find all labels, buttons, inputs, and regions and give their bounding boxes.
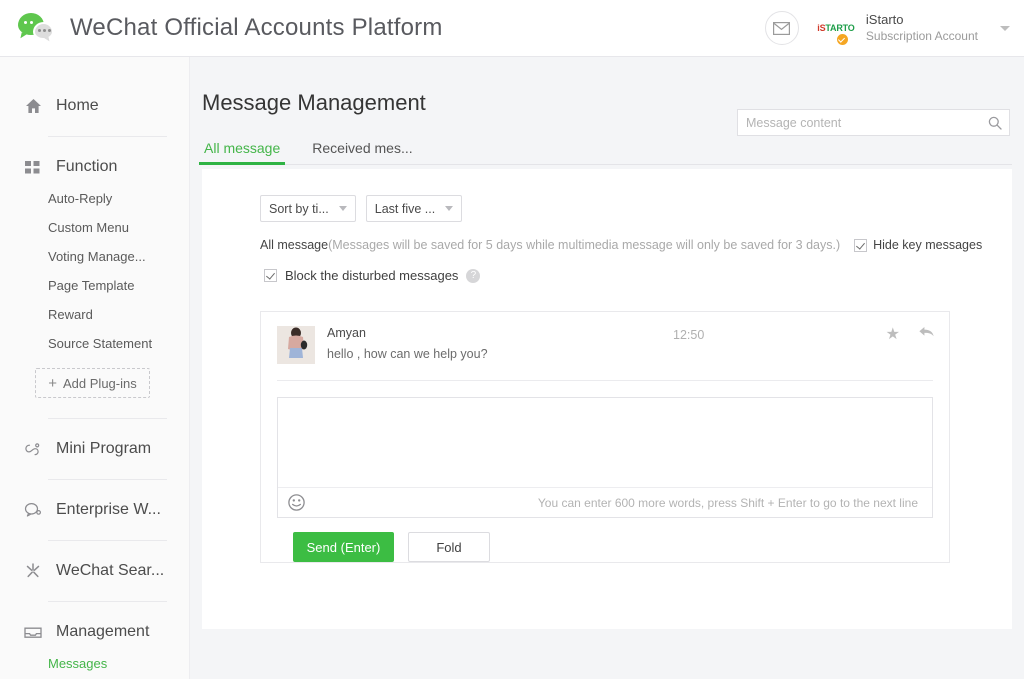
home-icon <box>22 95 44 117</box>
inbox-icon <box>22 621 44 643</box>
verified-check-badge <box>836 33 849 46</box>
composer-buttons: Send (Enter) Fold <box>277 518 933 562</box>
search-input[interactable] <box>738 116 981 130</box>
note-dim: (Messages will be saved for 5 days while… <box>328 238 840 252</box>
search-icon[interactable] <box>981 110 1009 135</box>
mail-icon[interactable] <box>765 11 799 45</box>
sidebar-divider <box>48 479 167 480</box>
sidebar-item-page-template[interactable]: Page Template <box>0 271 189 300</box>
filter-row: Sort by ti... Last five ... <box>202 169 1012 222</box>
composer-textarea[interactable] <box>278 398 932 482</box>
emoji-icon[interactable] <box>288 494 305 511</box>
account-switcher[interactable]: iSTARTO iStarto Subscription Account <box>813 12 978 43</box>
sidebar-item-messages[interactable]: Messages <box>0 649 189 678</box>
account-names: iStarto Subscription Account <box>866 12 978 43</box>
sidebar-label-management: Management <box>56 623 149 641</box>
block-disturbed-checkbox[interactable]: Block the disturbed messages ? <box>202 252 1012 283</box>
sidebar-group-management: Management Messages Followers Materials <box>0 615 189 679</box>
tab-received-message[interactable]: Received mes... <box>310 140 414 164</box>
tab-bar: All message Received mes... <box>202 138 1012 165</box>
sidebar-group-enterprise: Enterprise W... <box>0 493 189 541</box>
time-range-select[interactable]: Last five ... <box>366 195 462 222</box>
sidebar-item-auto-reply[interactable]: Auto-Reply <box>0 184 189 213</box>
block-disturbed-label: Block the disturbed messages <box>285 268 458 283</box>
account-name: iStarto <box>866 12 978 28</box>
account-logo-text-green: TARTO <box>825 23 854 33</box>
sidebar: Home Function Auto-Reply Custom Menu Vot… <box>0 57 190 679</box>
sidebar-divider <box>48 136 167 137</box>
sidebar-label-function: Function <box>56 158 117 176</box>
sidebar-item-voting-manage[interactable]: Voting Manage... <box>0 242 189 271</box>
app-root: WeChat Official Accounts Platform iSTART… <box>0 0 1024 679</box>
brand: WeChat Official Accounts Platform <box>18 11 443 45</box>
message-panel: Sort by ti... Last five ... All message … <box>202 169 1012 629</box>
help-icon[interactable]: ? <box>466 269 480 283</box>
message-time: 12:50 <box>673 328 704 342</box>
send-button[interactable]: Send (Enter) <box>293 532 394 562</box>
sidebar-label-home: Home <box>56 97 99 115</box>
header-right: iSTARTO iStarto Subscription Account <box>765 11 1010 45</box>
checkbox-box <box>264 269 277 282</box>
message-text: hello , how can we help you? <box>327 347 933 361</box>
chevron-down-icon <box>445 206 453 211</box>
grid-icon <box>22 156 44 178</box>
sidebar-group-home: Home <box>0 89 189 137</box>
sidebar-label-mini-program: Mini Program <box>56 440 151 458</box>
account-logo: iSTARTO <box>813 13 859 43</box>
sidebar-item-source-statement[interactable]: Source Statement <box>0 329 189 358</box>
sidebar-item-management[interactable]: Management <box>0 615 189 649</box>
plus-icon: + <box>48 376 57 391</box>
message-body: Amyan hello , how can we help you? <box>327 326 933 364</box>
search-box <box>737 109 1010 136</box>
sidebar-item-wechat-search[interactable]: WeChat Sear... <box>0 554 189 588</box>
account-type: Subscription Account <box>866 29 978 44</box>
composer: You can enter 600 more words, press Shif… <box>261 381 949 562</box>
sidebar-label-enterprise-wechat: Enterprise W... <box>56 501 161 519</box>
composer-footer: You can enter 600 more words, press Shif… <box>278 487 932 517</box>
reply-icon[interactable] <box>918 325 935 344</box>
enterprise-chat-icon <box>22 499 44 521</box>
wechat-logo-icon <box>18 11 58 45</box>
chevron-down-icon <box>339 206 347 211</box>
fold-button[interactable]: Fold <box>408 532 490 562</box>
sort-by-time-select[interactable]: Sort by ti... <box>260 195 356 222</box>
message-item: Amyan hello , how can we help you? 12:50… <box>261 312 949 364</box>
user-avatar <box>277 326 315 364</box>
message-actions: ★ <box>886 325 935 344</box>
composer-input-wrapper: You can enter 600 more words, press Shif… <box>277 397 933 518</box>
checkbox-box <box>854 239 867 252</box>
add-plugins-button[interactable]: + Add Plug-ins <box>35 368 150 398</box>
sidebar-divider <box>48 418 167 419</box>
sidebar-item-mini-program[interactable]: Mini Program <box>0 432 189 466</box>
hide-key-messages-checkbox[interactable]: Hide key messages <box>854 238 982 252</box>
sidebar-item-custom-menu[interactable]: Custom Menu <box>0 213 189 242</box>
sidebar-item-enterprise-wechat[interactable]: Enterprise W... <box>0 493 189 527</box>
app-header: WeChat Official Accounts Platform iSTART… <box>0 0 1024 57</box>
add-plugins-label: Add Plug-ins <box>63 376 137 391</box>
sidebar-item-home[interactable]: Home <box>0 89 189 123</box>
star-icon[interactable]: ★ <box>886 327 900 343</box>
message-sender-name: Amyan <box>327 326 933 340</box>
sidebar-divider <box>48 540 167 541</box>
note-strong: All message <box>260 238 328 252</box>
brand-title: WeChat Official Accounts Platform <box>70 14 443 42</box>
sidebar-divider <box>48 601 167 602</box>
sort-by-time-value: Sort by ti... <box>269 202 329 216</box>
tab-all-message[interactable]: All message <box>202 140 282 164</box>
message-thread: Amyan hello , how can we help you? 12:50… <box>260 311 950 563</box>
main-content: Message Management All message Received … <box>190 57 1024 679</box>
sidebar-group-function: Function Auto-Reply Custom Menu Voting M… <box>0 150 189 419</box>
wechat-search-icon <box>22 560 44 582</box>
sidebar-item-reward[interactable]: Reward <box>0 300 189 329</box>
sidebar-group-wechat-search: WeChat Sear... <box>0 554 189 602</box>
note-row: All message (Messages will be saved for … <box>202 222 1012 252</box>
mini-program-icon <box>22 438 44 460</box>
sidebar-group-mini-program: Mini Program <box>0 432 189 480</box>
time-range-value: Last five ... <box>375 202 435 216</box>
composer-hint: You can enter 600 more words, press Shif… <box>538 496 918 510</box>
sidebar-item-function[interactable]: Function <box>0 150 189 184</box>
sidebar-label-wechat-search: WeChat Sear... <box>56 562 164 580</box>
chevron-down-icon[interactable] <box>1000 26 1010 31</box>
hide-key-messages-label: Hide key messages <box>873 238 982 252</box>
